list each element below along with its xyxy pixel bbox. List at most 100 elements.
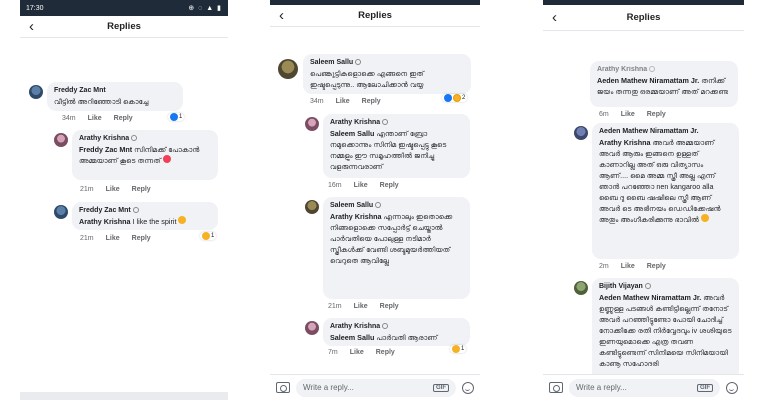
reply-button[interactable]: Reply — [380, 303, 399, 310]
reply-button[interactable]: Reply — [114, 115, 133, 122]
haha-reaction-icon — [452, 345, 460, 353]
comment-bubble: Arathy Krishna Freddy Zac Mnt സിനിമക്ക് … — [72, 130, 218, 180]
like-button[interactable]: Like — [354, 182, 368, 189]
reply-button[interactable]: Reply — [376, 349, 395, 356]
like-reaction-icon — [444, 94, 452, 102]
comment-time: 34m — [310, 98, 324, 105]
verified-badge-icon — [644, 283, 651, 290]
comment-text: Saleem Sallu എന്താണ് ബ്രോ നമുക്കൊന്നും സ… — [330, 129, 447, 171]
verified-badge-icon — [382, 323, 389, 330]
mention-tag[interactable]: Arathy Krishna — [330, 212, 382, 221]
verified-badge-icon — [649, 66, 656, 73]
page-title: Replies — [358, 10, 392, 21]
author-name[interactable]: Freddy Zac Mnt — [54, 86, 176, 96]
comment-actions: 6m Like Reply — [599, 111, 666, 118]
avatar[interactable] — [574, 126, 588, 140]
reply-button[interactable]: Reply — [132, 186, 151, 193]
like-button[interactable]: Like — [106, 235, 120, 242]
reply-button[interactable]: Reply — [362, 98, 381, 105]
emoji-icon[interactable] — [726, 381, 738, 394]
haha-reaction-icon — [202, 232, 210, 240]
author-name[interactable]: Aeden Mathew Niramattam Jr. — [599, 127, 732, 137]
camera-icon[interactable] — [549, 382, 563, 393]
gif-icon[interactable]: GIF — [433, 383, 449, 392]
reaction-summary[interactable]: 1 — [168, 113, 185, 121]
reaction-summary[interactable]: 2 — [442, 94, 468, 102]
reply-button[interactable]: Reply — [132, 235, 151, 242]
comment-actions: 21m Like Reply — [80, 235, 151, 242]
reaction-summary[interactable]: 1 — [200, 232, 217, 240]
like-button[interactable]: Like — [354, 303, 368, 310]
avatar[interactable] — [29, 85, 43, 99]
comment-time: 21m — [80, 235, 94, 242]
replies-header: ‹ Replies — [543, 5, 744, 31]
emoji-icon[interactable] — [462, 381, 474, 394]
like-reaction-icon — [170, 113, 178, 121]
author-name[interactable]: Saleem Sallu — [310, 58, 464, 68]
mention-tag[interactable]: Aeden Mathew Niramattam Jr. — [597, 76, 699, 85]
mention-tag[interactable]: Saleem Sallu — [330, 129, 374, 138]
reaction-count: 1 — [179, 114, 183, 120]
author-name[interactable]: Arathy Krishna — [79, 134, 211, 144]
mention-tag[interactable]: Freddy Zac Mnt — [79, 145, 132, 154]
arrow-left-icon[interactable]: ‹ — [552, 9, 557, 26]
like-button[interactable]: Like — [350, 349, 364, 356]
avatar[interactable] — [574, 281, 588, 295]
comment-bubble: Saleem Sallu പെണ്കുട്ടികളൊക്കെ എങ്ങനെ ഇത… — [303, 54, 471, 94]
avatar[interactable] — [305, 117, 319, 131]
avatar[interactable] — [305, 321, 319, 335]
comment-time: 2m — [599, 263, 609, 270]
comment-text: വീട്ടിൽ അറിഞ്ഞോടി കൊച്ചേ — [54, 97, 149, 106]
comment-bubble: Arathy Krishna Saleem Sallu എന്താണ് ബ്രോ… — [323, 114, 470, 178]
reply-button[interactable]: Reply — [380, 182, 399, 189]
verified-badge-icon — [355, 59, 362, 66]
author-name[interactable]: Arathy Krishna — [330, 118, 463, 128]
reply-composer: Write a reply... GIF — [543, 374, 744, 400]
reply-button[interactable]: Reply — [647, 111, 666, 118]
like-button[interactable]: Like — [621, 111, 635, 118]
verified-badge-icon — [375, 202, 382, 209]
reply-button[interactable]: Reply — [647, 263, 666, 270]
heart-emoji-icon — [162, 155, 171, 163]
avatar[interactable] — [54, 133, 68, 147]
avatar[interactable] — [305, 200, 319, 214]
comment-time: 21m — [328, 303, 342, 310]
comment-text: Saleem Sallu പാർവതി ആരാണ് — [330, 333, 438, 342]
reaction-summary[interactable]: 1 — [450, 345, 467, 353]
like-button[interactable]: Like — [106, 186, 120, 193]
author-name[interactable]: Arathy Krishna — [330, 322, 463, 332]
like-button[interactable]: Like — [336, 98, 350, 105]
mention-tag[interactable]: Arathy Krishna — [599, 138, 651, 147]
gif-icon[interactable]: GIF — [697, 383, 713, 392]
verified-badge-icon — [382, 119, 389, 126]
reply-input[interactable]: Write a reply... GIF — [296, 378, 456, 397]
author-name[interactable]: Freddy Zac Mnt — [79, 206, 211, 216]
arrow-left-icon[interactable]: ‹ — [279, 7, 284, 24]
like-button[interactable]: Like — [88, 115, 102, 122]
page-title: Replies — [107, 21, 141, 32]
verified-badge-icon — [132, 207, 139, 214]
replies-header: ‹ Replies — [270, 5, 480, 27]
comment-actions: 34m Like Reply — [62, 115, 133, 122]
comment-actions: 16m Like Reply — [328, 182, 399, 189]
comment-time: 7m — [328, 349, 338, 356]
arrow-left-icon[interactable]: ‹ — [29, 18, 34, 35]
author-name[interactable]: Arathy Krishna — [597, 65, 731, 75]
camera-icon[interactable] — [276, 382, 290, 393]
comment-bubble: Freddy Zac Mnt Arathy Krishna I like the… — [72, 202, 218, 230]
reaction-count: 1 — [461, 346, 465, 352]
author-name[interactable]: Saleem Sallu — [330, 201, 463, 211]
comment-text: പെണ്കുട്ടികളൊക്കെ എങ്ങനെ ഇത് ഇഷ്ടപ്പെടുന… — [310, 69, 424, 89]
comment-text: Arathy Krishna എന്നാലും ഇതൊക്കെ നിങ്ങളൊക… — [330, 212, 453, 265]
reply-placeholder: Write a reply... — [576, 383, 627, 392]
laughing-emoji-icon — [178, 216, 187, 224]
status-bar: 17:30 ⊕ ◌ ▲ ▮ — [20, 0, 228, 16]
reply-input[interactable]: Write a reply... GIF — [569, 378, 720, 397]
author-name[interactable]: Bijith Vijayan — [599, 282, 732, 292]
avatar[interactable] — [54, 205, 68, 219]
mention-tag[interactable]: Aeden Mathew Niramattam Jr. — [599, 293, 701, 302]
mention-tag[interactable]: Saleem Sallu — [330, 333, 374, 342]
mention-tag[interactable]: Arathy Krishna — [79, 217, 131, 226]
like-button[interactable]: Like — [621, 263, 635, 270]
avatar[interactable] — [278, 59, 298, 79]
